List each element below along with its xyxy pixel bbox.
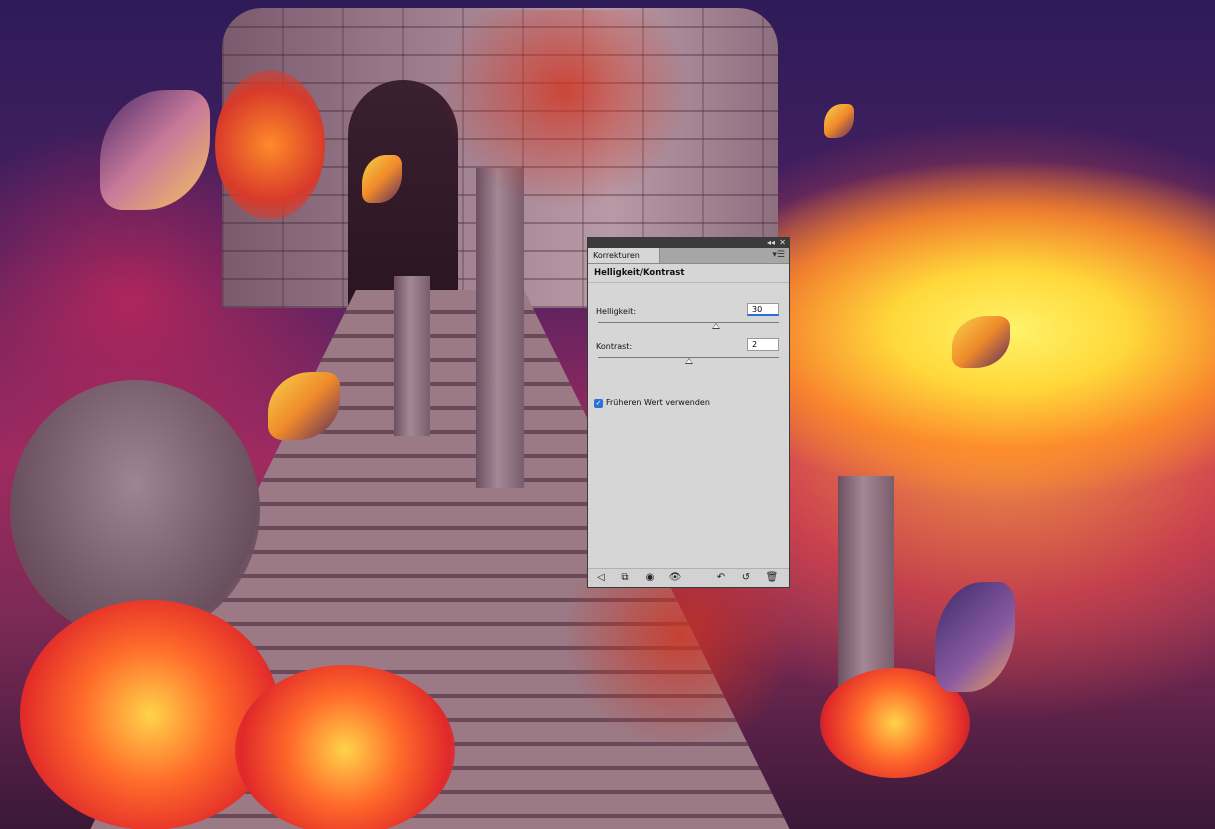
panel-menu-icon[interactable]: ▾☰: [772, 249, 785, 261]
back-arrow-icon[interactable]: ◁: [594, 572, 608, 584]
stone-pillar: [394, 276, 430, 436]
flower: [235, 665, 455, 829]
use-legacy-checkbox[interactable]: ✓ Früheren Wert verwenden: [594, 397, 710, 409]
trash-icon[interactable]: 🗑: [765, 572, 779, 584]
panel-footer: ◁ ⧉ ◉ 👁 ↶ ↺ 🗑: [588, 568, 789, 587]
adjustments-panel: ◂◂ ✕ Korrekturen ▾☰ Helligkeit/Kontrast …: [587, 237, 790, 588]
visibility-eye-icon[interactable]: 👁: [668, 572, 682, 584]
brightness-slider-track[interactable]: [598, 322, 779, 323]
flower: [20, 600, 280, 829]
use-legacy-label: Früheren Wert verwenden: [606, 398, 710, 407]
contrast-label: Kontrast:: [596, 342, 633, 351]
contrast-control: Kontrast: 2: [596, 338, 779, 368]
red-ivy: [440, 10, 690, 210]
panel-titlebar[interactable]: ◂◂ ✕: [588, 238, 789, 248]
brightness-control: Helligkeit: 30: [596, 303, 779, 333]
collapse-icon[interactable]: ◂◂: [767, 238, 775, 248]
butterfly: [935, 582, 1015, 692]
brightness-field[interactable]: 30: [747, 303, 779, 316]
contrast-slider-thumb[interactable]: [684, 358, 693, 364]
view-previous-state-icon[interactable]: ↶: [714, 572, 728, 584]
flower: [215, 70, 325, 220]
tab-korrekturen[interactable]: Korrekturen: [588, 248, 660, 263]
panel-tab-row: Korrekturen ▾☰: [588, 248, 789, 264]
butterfly: [952, 316, 1010, 368]
adjustment-title: Helligkeit/Kontrast: [588, 264, 789, 283]
butterfly: [824, 104, 854, 138]
checkbox-checked-icon[interactable]: ✓: [594, 398, 603, 408]
reset-icon[interactable]: ↺: [739, 572, 753, 584]
brightness-slider-thumb[interactable]: [711, 323, 720, 329]
expand-view-icon[interactable]: ⧉: [618, 572, 632, 584]
close-icon[interactable]: ✕: [779, 238, 786, 248]
brightness-label: Helligkeit:: [596, 307, 637, 316]
stone-pillar: [476, 168, 524, 488]
contrast-field[interactable]: 2: [747, 338, 779, 351]
clip-to-layer-icon[interactable]: ◉: [643, 572, 657, 584]
red-ivy: [560, 560, 800, 750]
